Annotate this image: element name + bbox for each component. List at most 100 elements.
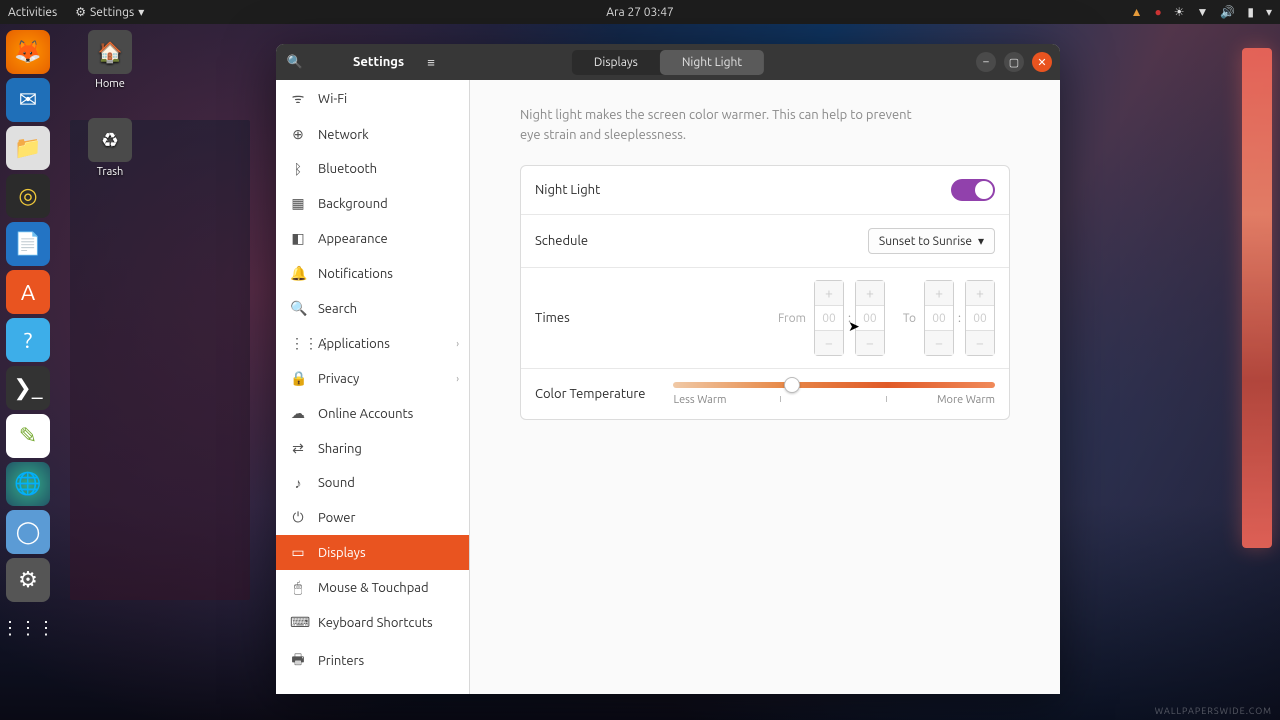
tab-displays[interactable]: Displays bbox=[572, 50, 660, 75]
app-menu[interactable]: ⚙ Settings ▾ bbox=[75, 5, 144, 19]
dock-settings[interactable]: ⚙ bbox=[6, 558, 50, 602]
desktop-icon-trash[interactable]: ♻ Trash bbox=[80, 118, 140, 178]
increment-button[interactable]: + bbox=[925, 281, 953, 305]
brightness-icon[interactable]: ☀ bbox=[1174, 5, 1185, 19]
from-label: From bbox=[778, 312, 806, 325]
dock-rhythmbox[interactable]: ◎ bbox=[6, 174, 50, 218]
from-hour-spinner[interactable]: + − bbox=[814, 280, 844, 356]
more-warm-label: More Warm bbox=[937, 394, 995, 406]
kbd-icon: ⌨ bbox=[290, 614, 306, 631]
sidebar-item-label: Bluetooth bbox=[318, 162, 377, 176]
search-icon: 🔍 bbox=[290, 300, 306, 317]
increment-button[interactable]: + bbox=[856, 281, 884, 305]
tab-night-light[interactable]: Night Light bbox=[660, 50, 764, 75]
dock-chromium[interactable]: ◯ bbox=[6, 510, 50, 554]
top-bar: Activities ⚙ Settings ▾ Ara 27 03:47 ▲ ●… bbox=[0, 0, 1280, 24]
tray-icon[interactable]: ● bbox=[1155, 5, 1162, 19]
less-warm-label: Less Warm bbox=[673, 394, 726, 406]
dock-files[interactable]: 📁 bbox=[6, 126, 50, 170]
sidebar-item-applications[interactable]: ⋮⋮⋮Applications› bbox=[276, 326, 469, 361]
volume-icon[interactable]: 🔊 bbox=[1220, 5, 1235, 19]
sidebar-item-power[interactable]: ⏻ Power bbox=[276, 500, 469, 535]
desktop-icon-home[interactable]: 🏠 Home bbox=[80, 30, 140, 90]
dock-texteditor[interactable]: ✎ bbox=[6, 414, 50, 458]
sidebar-item-displays[interactable]: ▭ Displays bbox=[276, 535, 469, 570]
sidebar-item-search[interactable]: 🔍Search bbox=[276, 291, 469, 326]
wallpaper-credit: WALLPAPERSWIDE.COM bbox=[1155, 706, 1272, 716]
sidebar-item-label: Displays bbox=[318, 546, 366, 560]
sidebar-item-notifications[interactable]: 🔔Notifications bbox=[276, 256, 469, 291]
disp-icon: ▭ bbox=[290, 544, 306, 561]
color-temp-label: Color Temperature bbox=[535, 387, 645, 401]
night-light-toggle[interactable] bbox=[951, 179, 995, 201]
sidebar-item-privacy[interactable]: 🔒Privacy› bbox=[276, 361, 469, 396]
to-label: To bbox=[903, 312, 916, 325]
system-menu-icon[interactable]: ▾ bbox=[1266, 5, 1272, 19]
sidebar-item-wi-fi[interactable]: ᯤWi-Fi bbox=[276, 80, 469, 117]
to-min-spinner[interactable]: + − bbox=[965, 280, 995, 356]
menu-button[interactable]: ≡ bbox=[416, 47, 446, 77]
schedule-dropdown[interactable]: Sunset to Sunrise▾ bbox=[868, 228, 995, 254]
dock-apps[interactable]: ⋮⋮⋮ bbox=[6, 606, 50, 650]
chevron-right-icon: › bbox=[456, 338, 459, 349]
dock-browser[interactable]: 🌐 bbox=[6, 462, 50, 506]
from-hour-input[interactable] bbox=[815, 305, 843, 331]
bg-icon: ▦ bbox=[290, 195, 306, 212]
sidebar-item-label: Wi-Fi bbox=[318, 92, 347, 106]
dock-firefox[interactable]: 🦊 bbox=[6, 30, 50, 74]
online-icon: ☁ bbox=[290, 405, 306, 422]
decrement-button[interactable]: − bbox=[815, 331, 843, 355]
to-min-input[interactable] bbox=[966, 305, 994, 331]
network-icon[interactable]: ▼ bbox=[1197, 5, 1209, 19]
dock-help[interactable]: ? bbox=[6, 318, 50, 362]
tray-icon[interactable]: ▲ bbox=[1131, 5, 1143, 19]
from-min-input[interactable] bbox=[856, 305, 884, 331]
increment-button[interactable]: + bbox=[815, 281, 843, 305]
description-text: Night light makes the screen color warme… bbox=[520, 106, 920, 145]
mouse-icon: 🖱 bbox=[290, 579, 306, 596]
sidebar-item-network[interactable]: ⊕Network bbox=[276, 117, 469, 152]
search-button[interactable]: 🔍 bbox=[280, 47, 310, 77]
schedule-label: Schedule bbox=[535, 234, 588, 248]
minimize-button[interactable]: – bbox=[976, 52, 996, 72]
sidebar-item-sound[interactable]: ♪Sound bbox=[276, 466, 469, 500]
increment-button[interactable]: + bbox=[966, 281, 994, 305]
power-icon: ⏻ bbox=[290, 509, 306, 526]
battery-icon[interactable]: ▮ bbox=[1247, 5, 1254, 19]
sidebar-item-background[interactable]: ▦ Background bbox=[276, 186, 469, 221]
sidebar-item-keyboard-shortcuts[interactable]: ⌨Keyboard Shortcuts bbox=[276, 605, 469, 640]
dock-software[interactable]: A bbox=[6, 270, 50, 314]
to-hour-spinner[interactable]: + − bbox=[924, 280, 954, 356]
header-bar: 🔍 Settings ≡ Displays Night Light – ▢ ✕ bbox=[276, 44, 1060, 80]
tab-switcher: Displays Night Light bbox=[572, 50, 764, 75]
content-pane: Night light makes the screen color warme… bbox=[470, 80, 1060, 694]
times-label: Times bbox=[535, 311, 570, 325]
notif-icon: 🔔 bbox=[290, 265, 306, 282]
sidebar-item-online-accounts[interactable]: ☁Online Accounts bbox=[276, 396, 469, 431]
sidebar-item-bluetooth[interactable]: ᛒBluetooth bbox=[276, 152, 469, 186]
sidebar-item-label: Power bbox=[318, 511, 355, 525]
sidebar-item-sharing[interactable]: ⇄Sharing bbox=[276, 431, 469, 466]
decrement-button[interactable]: − bbox=[925, 331, 953, 355]
slider-thumb[interactable] bbox=[784, 377, 800, 393]
dock-writer[interactable]: 📄 bbox=[6, 222, 50, 266]
maximize-button[interactable]: ▢ bbox=[1004, 52, 1024, 72]
sidebar-item-appearance[interactable]: ◧Appearance bbox=[276, 221, 469, 256]
activities-button[interactable]: Activities bbox=[8, 6, 57, 19]
decrement-button[interactable]: − bbox=[966, 331, 994, 355]
dock-thunderbird[interactable]: ✉ bbox=[6, 78, 50, 122]
appr-icon: ◧ bbox=[290, 230, 306, 247]
decrement-button[interactable]: − bbox=[856, 331, 884, 355]
sidebar-item-label: Background bbox=[318, 197, 388, 211]
color-temp-slider[interactable] bbox=[673, 382, 995, 388]
sidebar-item-printers[interactable]: 🖶Printers bbox=[276, 640, 469, 682]
clock[interactable]: Ara 27 03:47 bbox=[606, 6, 674, 19]
close-button[interactable]: ✕ bbox=[1032, 52, 1052, 72]
sidebar-item-mouse-touchpad[interactable]: 🖱Mouse & Touchpad bbox=[276, 570, 469, 605]
to-hour-input[interactable] bbox=[925, 305, 953, 331]
from-min-spinner[interactable]: + − bbox=[855, 280, 885, 356]
dock-terminal[interactable]: ❯_ bbox=[6, 366, 50, 410]
settings-sidebar: ᯤWi-Fi⊕NetworkᛒBluetooth ▦ Background ◧Appe… bbox=[276, 80, 470, 694]
building-decoration bbox=[70, 120, 250, 600]
neon-sign-decoration bbox=[1242, 48, 1272, 548]
